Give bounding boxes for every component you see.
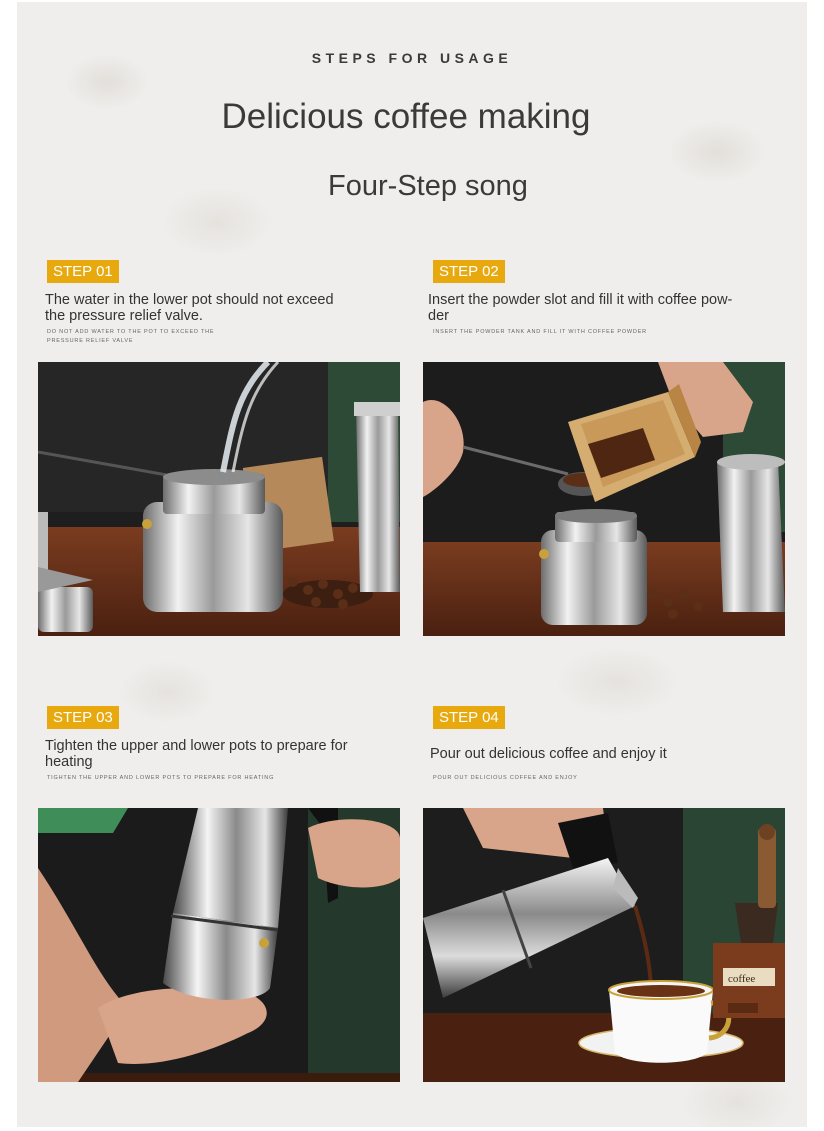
step-03-badge: STEP 03 [47,706,119,729]
step-02-text: Insert the powder slot and fill it with … [428,292,733,324]
step-01-text: The water in the lower pot should not ex… [45,292,334,324]
step-04-badge: STEP 04 [433,706,505,729]
step-02-photo [423,362,785,636]
section-kicker: STEPS FOR USAGE [311,50,513,66]
step-03-photo [38,808,400,1082]
page-title: Delicious coffee making [221,97,591,136]
step-01-photo [38,362,400,636]
step-03-text: Tighten the upper and lower pots to prep… [45,738,348,770]
step-04-text: Pour out delicious coffee and enjoy it [430,746,667,762]
step-02-badge: STEP 02 [433,260,505,283]
grinder-label: coffee [728,973,755,985]
step-04-photo: coffee [423,808,785,1082]
step-04-note: POUR OUT DELICIOUS COFFEE AND ENJOY [433,775,578,781]
usage-steps-page: STEPS FOR USAGE Delicious coffee making … [17,2,807,1127]
step-01-badge: STEP 01 [47,260,119,283]
step-02-note: INSERT THE POWDER TANK AND FILL IT WITH … [433,329,647,335]
page-subtitle: Four-Step song [328,170,528,202]
step-01-note: DO NOT ADD WATER TO THE POT TO EXCEED TH… [47,329,215,344]
step-03-note: TIGHTEN THE UPPER AND LOWER POTS TO PREP… [47,775,275,781]
